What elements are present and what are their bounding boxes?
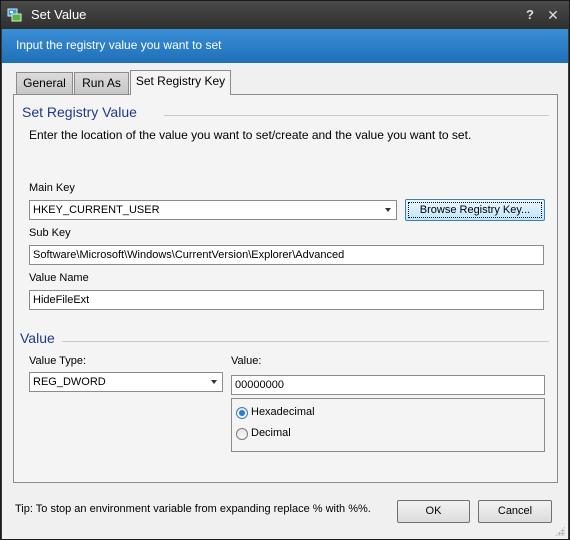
resize-grip-icon[interactable]: [555, 526, 565, 536]
registry-group-title: Set Registry Value: [22, 104, 137, 120]
cancel-button[interactable]: Cancel: [478, 500, 552, 523]
radio-button-unchecked[interactable]: [236, 428, 248, 440]
tab-general[interactable]: General: [16, 72, 73, 94]
registry-app-icon: [7, 7, 23, 23]
dropdown-arrow-icon: [211, 380, 217, 384]
registry-group-divider: [164, 115, 549, 116]
value-type-label: Value Type:: [29, 355, 87, 367]
main-key-label: Main Key: [29, 182, 75, 194]
value-label: Value:: [231, 355, 262, 367]
title-bar[interactable]: Set Value ? ✕: [1, 1, 569, 29]
main-key-selected-value: HKEY_CURRENT_USER: [33, 204, 160, 216]
close-button[interactable]: ✕: [544, 6, 562, 24]
instruction-banner: Input the registry value you want to set: [2, 29, 568, 63]
browse-registry-key-button[interactable]: Browse Registry Key...: [405, 199, 545, 221]
value-type-select[interactable]: REG_DWORD: [29, 372, 223, 392]
dialog-body: General Run As Set Registry Key Set Regi…: [2, 63, 568, 539]
value-input[interactable]: 00000000: [231, 375, 545, 395]
radio-decimal[interactable]: Decimal: [236, 427, 336, 443]
value-type-selected-value: REG_DWORD: [33, 376, 106, 388]
tip-text: Tip: To stop an environment variable fro…: [15, 503, 371, 515]
value-name-label: Value Name: [29, 272, 89, 284]
dropdown-arrow-icon: [385, 208, 391, 212]
instructions-text: Enter the location of the value you want…: [29, 128, 472, 142]
focus-rect: [408, 202, 542, 218]
main-key-select[interactable]: HKEY_CURRENT_USER: [29, 200, 397, 220]
tab-set-registry-key[interactable]: Set Registry Key: [130, 70, 231, 95]
value-name-input[interactable]: HideFileExt: [29, 290, 544, 310]
number-format-group: Hexadecimal Decimal: [231, 398, 545, 452]
set-value-dialog: Set Value ? ✕ Input the registry value y…: [0, 0, 570, 540]
radio-hexadecimal[interactable]: Hexadecimal: [236, 406, 336, 422]
tab-run-as[interactable]: Run As: [74, 72, 129, 94]
banner-text: Input the registry value you want to set: [16, 38, 222, 52]
radio-decimal-label: Decimal: [251, 427, 291, 439]
window-title: Set Value: [31, 7, 87, 22]
radio-hexadecimal-label: Hexadecimal: [251, 406, 315, 418]
sub-key-input[interactable]: Software\Microsoft\Windows\CurrentVersio…: [29, 245, 544, 265]
tab-panel-set-registry-key: Set Registry Value Enter the location of…: [13, 94, 558, 483]
sub-key-label: Sub Key: [29, 227, 71, 239]
radio-button-checked[interactable]: [236, 407, 248, 419]
help-button[interactable]: ?: [521, 6, 539, 24]
ok-button[interactable]: OK: [397, 500, 470, 523]
value-group-title: Value: [20, 330, 55, 346]
value-group-divider: [62, 341, 549, 342]
